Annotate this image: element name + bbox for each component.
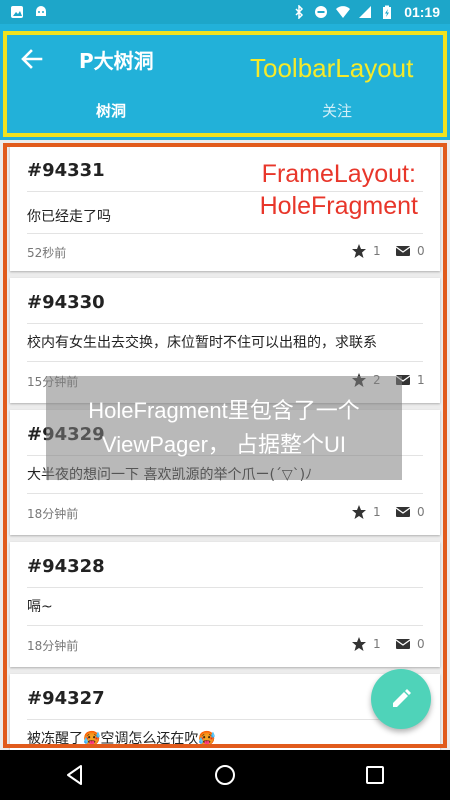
- viewpager-annotation-line1: HoleFragment里包含了一个: [88, 398, 360, 423]
- post-text: 被冻醒了🥵空调怎么还在吹🥵: [27, 731, 216, 747]
- post-id: #94330: [27, 292, 105, 313]
- tab-treehole[interactable]: 树洞: [96, 100, 126, 121]
- reply-count-value: 0: [417, 637, 425, 651]
- battery-charging-icon: [383, 5, 392, 19]
- star-count-value: 1: [373, 244, 381, 258]
- post-text: 嗝~: [27, 599, 53, 615]
- reply-count-value: 1: [417, 373, 425, 387]
- divider: [27, 323, 423, 324]
- star-count[interactable]: 1: [351, 243, 381, 259]
- post-text: 校内有女生出去交换，床位暂时不住可以出租的，求联系: [27, 335, 377, 351]
- divider: [27, 493, 423, 494]
- post-time: 18分钟前: [27, 639, 79, 653]
- divider: [27, 587, 423, 588]
- post-card[interactable]: #94328 嗝~ 18分钟前 1 0: [10, 542, 440, 667]
- reply-count-value: 0: [417, 244, 425, 258]
- status-bar: 01:19: [0, 0, 450, 24]
- frame-annotation: FrameLayout: HoleFragment: [260, 158, 418, 222]
- pencil-icon: [393, 689, 411, 707]
- star-count-value: 1: [373, 637, 381, 651]
- clock: 01:19: [404, 4, 440, 20]
- divider: [27, 361, 423, 362]
- arrow-left-icon[interactable]: [18, 45, 46, 73]
- star-count[interactable]: 1: [351, 504, 381, 520]
- tab-follow[interactable]: 关注: [322, 100, 352, 121]
- reply-count[interactable]: 0: [395, 504, 425, 520]
- divider: [27, 719, 423, 720]
- star-icon: [352, 244, 366, 258]
- post-id: #94327: [27, 688, 105, 709]
- post-time: 18分钟前: [27, 507, 79, 521]
- minus-circle-icon: [315, 6, 328, 18]
- divider: [27, 625, 423, 626]
- mail-icon: [395, 507, 411, 517]
- mail-icon: [395, 639, 411, 649]
- compose-fab[interactable]: [371, 669, 431, 729]
- navigation-bar: [0, 750, 450, 800]
- viewpager-annotation-line2: ViewPager， 占据整个UI: [101, 432, 347, 457]
- android-notification-icon: [36, 6, 46, 16]
- frame-annotation-line2: HoleFragment: [259, 192, 418, 220]
- toolbar-title: P大树洞: [79, 49, 154, 73]
- star-count-value: 1: [373, 505, 381, 519]
- star-count[interactable]: 1: [351, 636, 381, 652]
- reply-count[interactable]: 0: [395, 243, 425, 259]
- toolbar-annotation: ToolbarLayout: [250, 53, 414, 83]
- image-notification-icon: [11, 6, 23, 18]
- back-nav-icon[interactable]: [63, 763, 87, 787]
- post-time: 52秒前: [27, 246, 67, 260]
- post-id: #94331: [27, 160, 105, 181]
- mail-icon: [395, 246, 411, 256]
- wifi-icon: [336, 6, 351, 18]
- reply-count[interactable]: 0: [395, 636, 425, 652]
- bluetooth-icon: [295, 5, 304, 19]
- signal-icon: [359, 6, 372, 18]
- divider: [27, 233, 423, 234]
- reply-count-value: 0: [417, 505, 425, 519]
- frame-annotation-line1: FrameLayout:: [261, 160, 416, 188]
- star-icon: [352, 637, 366, 651]
- recents-nav-icon[interactable]: [363, 763, 387, 787]
- post-id: #94328: [27, 556, 105, 577]
- star-icon: [352, 505, 366, 519]
- post-text: 你已经走了吗: [27, 209, 111, 225]
- viewpager-annotation: HoleFragment里包含了一个 ViewPager， 占据整个UI: [46, 376, 402, 480]
- home-nav-icon[interactable]: [213, 763, 237, 787]
